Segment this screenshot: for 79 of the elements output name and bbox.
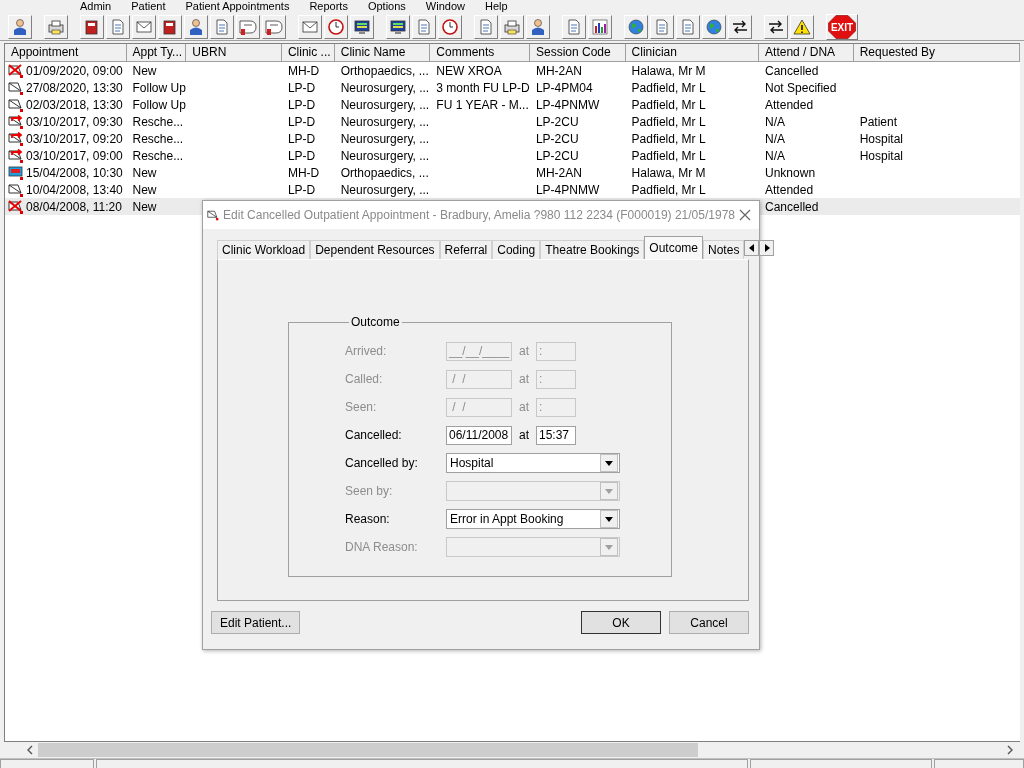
table-cell: 15/04/2008, 10:30 bbox=[26, 165, 123, 180]
table-cell: MH-D bbox=[287, 63, 320, 78]
table-cell: New bbox=[132, 199, 157, 214]
table-cell: 08/04/2008, 11:20 bbox=[26, 199, 122, 214]
field-label: Cancelled by: bbox=[345, 456, 419, 470]
table-cell: Halawa, Mr M bbox=[631, 165, 706, 180]
table-cell: LP-D bbox=[287, 97, 316, 112]
table-cell: LP-2CU bbox=[535, 131, 579, 146]
table-cell: Cancelled bbox=[765, 63, 819, 78]
table-cell: MH-D bbox=[287, 165, 320, 180]
table-cell: Padfield, Mr L bbox=[631, 131, 706, 146]
table-cell: N/A bbox=[765, 131, 786, 146]
field-label: at bbox=[518, 372, 530, 386]
table-cell: Padfield, Mr L bbox=[631, 80, 706, 95]
table-cell: Resche... bbox=[132, 131, 184, 146]
table-cell: Neurosurgery, ... bbox=[340, 97, 430, 112]
field-label: Reason: bbox=[345, 512, 391, 526]
table-cell: Patient bbox=[859, 114, 897, 129]
table-cell: Neurosurgery, ... bbox=[340, 182, 430, 197]
table-cell: Padfield, Mr L bbox=[631, 97, 706, 112]
field-label: Seen by: bbox=[345, 484, 394, 498]
field-label: Called: bbox=[345, 372, 384, 386]
field-label: Cancelled: bbox=[345, 428, 403, 442]
group-title: Outcome bbox=[350, 315, 401, 329]
table-cell: Hospital bbox=[859, 148, 903, 163]
table-cell: Padfield, Mr L bbox=[631, 114, 706, 129]
table-cell: LP-2CU bbox=[535, 114, 579, 129]
table-cell: Unknown bbox=[765, 165, 816, 180]
table-cell: Orthopaedics, ... bbox=[340, 165, 429, 180]
table-cell: MH-2AN bbox=[535, 63, 582, 78]
table-cell: LP-D bbox=[287, 148, 316, 163]
table-cell: Follow Up bbox=[132, 80, 186, 95]
table-cell: LP-4PNMW bbox=[535, 97, 600, 112]
field-label: DNA Reason: bbox=[345, 540, 419, 554]
table-cell: New bbox=[132, 182, 157, 197]
table-cell: Neurosurgery, ... bbox=[340, 148, 430, 163]
table-cell: 3 month FU LP-D bbox=[436, 80, 530, 95]
window-title: Edit Cancelled Outpatient Appointment - Bradbury, Amelia ?980 112 2234 (F000019) 21/05/1978 bbox=[223, 208, 735, 222]
table-cell: 02/03/2018, 13:30 bbox=[26, 97, 123, 112]
table-cell: FU 1 YEAR - M... bbox=[436, 97, 529, 112]
table-cell: Not Specified bbox=[765, 80, 837, 95]
table-cell: N/A bbox=[765, 148, 786, 163]
table-cell: New bbox=[132, 63, 157, 78]
table-cell: Hospital bbox=[859, 131, 903, 146]
table-cell: 27/08/2020, 13:30 bbox=[26, 80, 123, 95]
table-cell: Padfield, Mr L bbox=[631, 182, 706, 197]
table-cell: LP-D bbox=[287, 182, 316, 197]
table-cell: LP-D bbox=[287, 80, 316, 95]
table-cell: Attended bbox=[765, 182, 814, 197]
table-cell: NEW XROA bbox=[436, 63, 502, 78]
table-cell: 10/04/2008, 13:40 bbox=[26, 182, 123, 197]
field-label: Arrived: bbox=[345, 344, 388, 358]
table-cell: Resche... bbox=[132, 148, 184, 163]
table-cell: 03/10/2017, 09:00 bbox=[26, 148, 123, 163]
field-label: Seen: bbox=[345, 400, 378, 414]
table-cell: Halawa, Mr M bbox=[631, 63, 706, 78]
table-cell: LP-4PM04 bbox=[535, 80, 593, 95]
table-cell: Neurosurgery, ... bbox=[340, 80, 430, 95]
field-label: at bbox=[518, 344, 530, 358]
field-label: at bbox=[518, 400, 530, 414]
table-cell: Follow Up bbox=[132, 97, 186, 112]
table-cell: N/A bbox=[765, 114, 786, 129]
table-cell: LP-D bbox=[287, 131, 316, 146]
table-cell: Neurosurgery, ... bbox=[340, 131, 430, 146]
table-cell: 03/10/2017, 09:30 bbox=[26, 114, 123, 129]
table-cell: Orthopaedics, ... bbox=[340, 63, 429, 78]
table-cell: MH-2AN bbox=[535, 165, 582, 180]
table-cell: LP-2CU bbox=[535, 148, 579, 163]
table-cell: New bbox=[132, 165, 157, 180]
field-label: at bbox=[518, 428, 530, 442]
table-cell: Neurosurgery, ... bbox=[340, 114, 430, 129]
table-cell: Cancelled bbox=[765, 199, 819, 214]
table-cell: 03/10/2017, 09:20 bbox=[26, 131, 123, 146]
table-cell: 01/09/2020, 09:00 bbox=[26, 63, 123, 78]
table-cell: Padfield, Mr L bbox=[631, 148, 706, 163]
table-cell: LP-4PNMW bbox=[535, 182, 600, 197]
table-cell: Attended bbox=[765, 97, 814, 112]
table-cell: LP-D bbox=[287, 114, 316, 129]
table-cell: Resche... bbox=[132, 114, 184, 129]
